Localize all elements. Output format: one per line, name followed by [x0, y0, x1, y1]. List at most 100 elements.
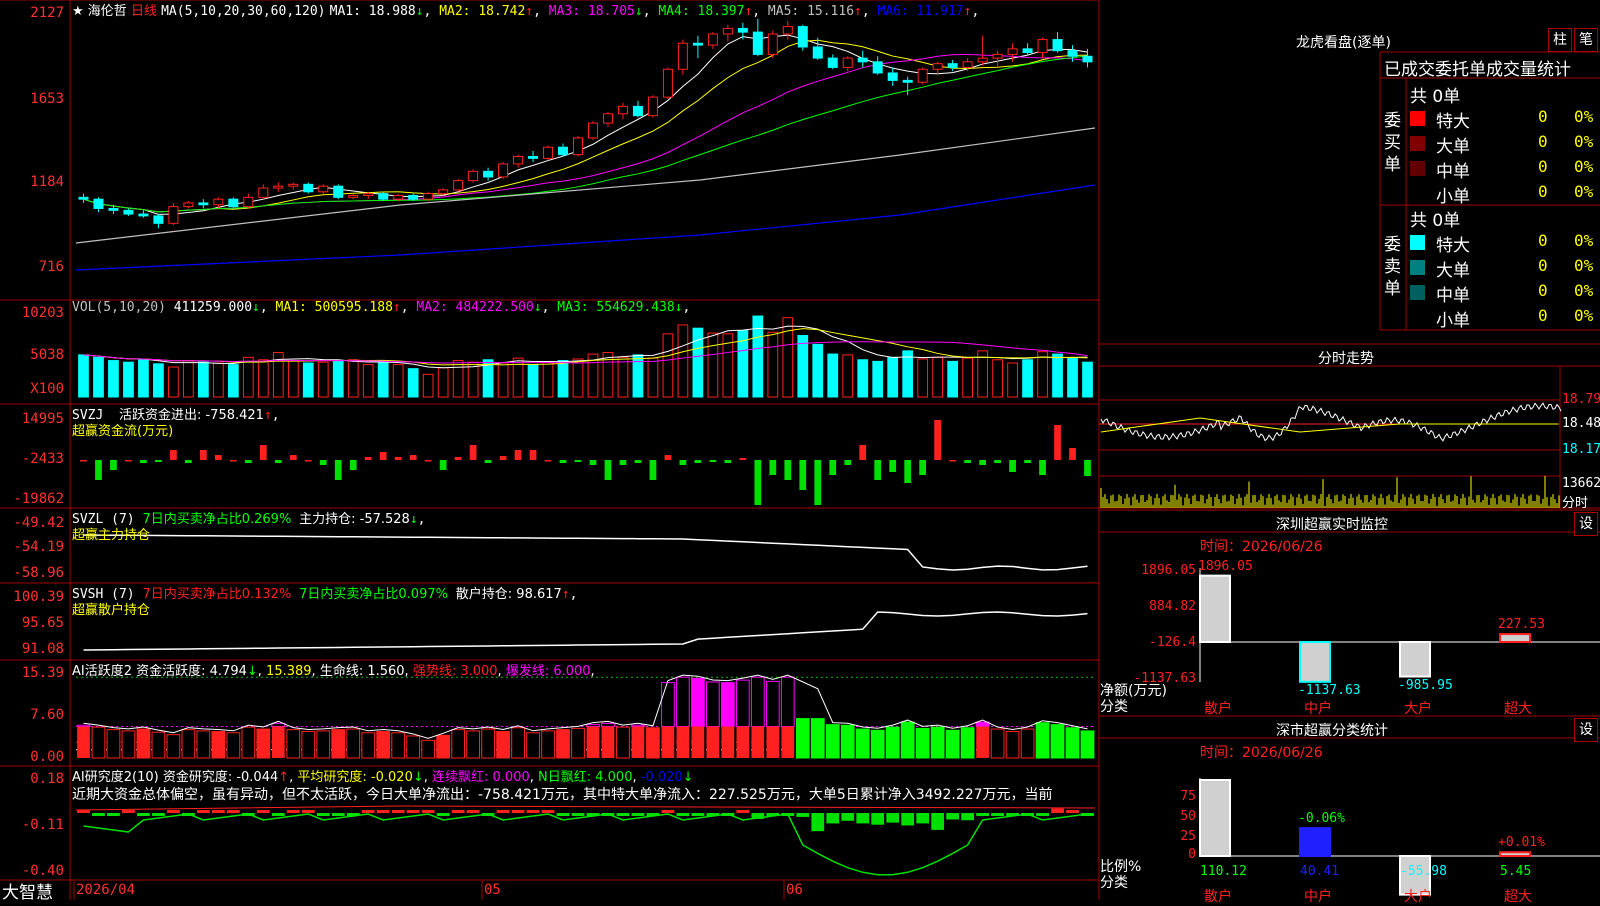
research-bar — [511, 810, 525, 813]
ai1-legend: AI活跃度2 资金活跃度: 4.794↓, 15.389, 生命线: 1.560… — [72, 664, 595, 679]
bar-mode-button[interactable]: 柱 — [1548, 28, 1572, 52]
activity-bar-upper — [750, 676, 765, 728]
fs-vol-max: 13662 — [1562, 476, 1600, 491]
lhb-row-pct: 0% — [1574, 132, 1594, 151]
flow-bar — [1084, 460, 1091, 476]
flow-bar — [289, 455, 297, 460]
research-bar — [92, 813, 105, 816]
research-bar — [316, 813, 330, 816]
fs-avg-line — [1100, 417, 1558, 433]
activity-bar — [825, 724, 840, 759]
sh-settings-button[interactable]: 设 — [1574, 718, 1598, 742]
sz-settings-button[interactable]: 设 — [1574, 512, 1598, 536]
volume-bar — [287, 360, 299, 398]
activity-bar-lower — [766, 726, 780, 758]
volume-bar — [707, 332, 719, 398]
research-bar — [301, 810, 315, 813]
activity-bar — [1065, 727, 1080, 759]
candle-body — [408, 194, 419, 200]
lhb-sell-label: 委卖单 — [1384, 235, 1401, 299]
research-bar — [226, 810, 240, 813]
research-bar — [901, 813, 915, 826]
activity-bar — [1005, 731, 1020, 759]
research-bar — [122, 810, 135, 813]
volume-bar — [797, 334, 809, 398]
flow-bar — [499, 456, 507, 460]
flow-bar — [214, 455, 222, 460]
category-label: 超大 — [1504, 889, 1532, 905]
research-bar — [391, 810, 405, 813]
candle-body — [318, 185, 329, 193]
lhb-row-value: 0 — [1538, 281, 1548, 300]
bar-value-label: -1137.63 — [1298, 682, 1361, 698]
ma-legend-arrow: ↑ — [525, 4, 534, 19]
candle-body — [108, 207, 119, 211]
sz-xlabel: 分类 — [1100, 699, 1128, 715]
volume-bar — [647, 357, 659, 398]
flow-bar — [769, 460, 777, 475]
flow-bar — [754, 460, 762, 505]
volume-bar — [183, 360, 194, 398]
research-bar — [376, 810, 390, 813]
activity-bar — [91, 726, 106, 759]
activity-bar — [136, 728, 151, 759]
vol-legend: VOL(5,10,20) 411259.000↓, MA1: 500595.18… — [72, 300, 691, 315]
research-bar — [406, 810, 420, 813]
bar-value-label: 110.12 — [1200, 864, 1247, 879]
ma-line-1 — [83, 34, 1088, 215]
volume-bar — [467, 361, 479, 398]
candle-body — [677, 42, 688, 70]
category-bar — [1499, 851, 1531, 858]
research-bar — [991, 813, 1004, 816]
activity-bar — [241, 726, 256, 759]
bar-value-label: 1896.05 — [1198, 558, 1253, 574]
activity-bar-upper — [706, 681, 720, 727]
side-axis-label: -126.4 — [1149, 635, 1196, 650]
chart-canvas[interactable] — [0, 0, 1600, 900]
lhb-row-value: 0 — [1538, 306, 1548, 325]
candle-body — [528, 155, 539, 159]
activity-bar-lower — [586, 726, 600, 758]
lhb-row-pct: 0% — [1574, 281, 1594, 300]
candle-body — [483, 170, 494, 178]
candle-body — [812, 46, 823, 59]
lhb-row-name: 特大 — [1436, 112, 1470, 132]
candle-body — [662, 68, 673, 98]
research-bar — [466, 810, 480, 813]
category-label: 超大 — [1504, 701, 1532, 717]
activity-bar-lower — [721, 726, 735, 758]
y-axis-label: -54.19 — [13, 539, 64, 555]
research-bar — [286, 810, 300, 813]
flow-bar — [110, 460, 117, 470]
activity-bar-upper — [720, 682, 735, 727]
volume-bar — [93, 356, 104, 398]
lhb-row-pct: 0% — [1574, 306, 1594, 325]
research-bar — [616, 813, 630, 816]
volume-bar — [198, 361, 209, 398]
volume-bar — [317, 361, 329, 398]
candle-body — [977, 57, 988, 63]
volume-bar — [527, 364, 539, 398]
y-axis-label: -19862 — [13, 491, 64, 507]
volume-bar — [257, 359, 269, 398]
svzl-line — [83, 534, 1088, 571]
y-axis-label: -0.11 — [21, 817, 64, 833]
flow-bar — [439, 460, 447, 470]
candle-body — [1082, 55, 1093, 63]
volume-bar — [153, 363, 164, 398]
lhb-color-swatch — [1410, 161, 1425, 176]
research-bar — [556, 813, 570, 816]
volume-bar — [123, 361, 134, 398]
tick-mode-button[interactable]: 笔 — [1574, 28, 1598, 52]
ma-line-6 — [75, 184, 1096, 271]
flow-bar — [454, 457, 462, 460]
lhb-header: 已成交委托单成交量统计 — [1384, 60, 1571, 80]
activity-bar — [166, 734, 181, 759]
volume-bar — [557, 360, 569, 398]
brand-logo: 大智慧 — [2, 883, 53, 903]
lhb-sell-total: 共 0单 — [1410, 211, 1461, 231]
ma-legend-item: MA1: 18.988 — [329, 4, 416, 19]
side-axis-label: -1137.63 — [1133, 671, 1196, 686]
flow-bar — [634, 460, 642, 463]
lhb-row-pct: 0% — [1574, 157, 1594, 176]
